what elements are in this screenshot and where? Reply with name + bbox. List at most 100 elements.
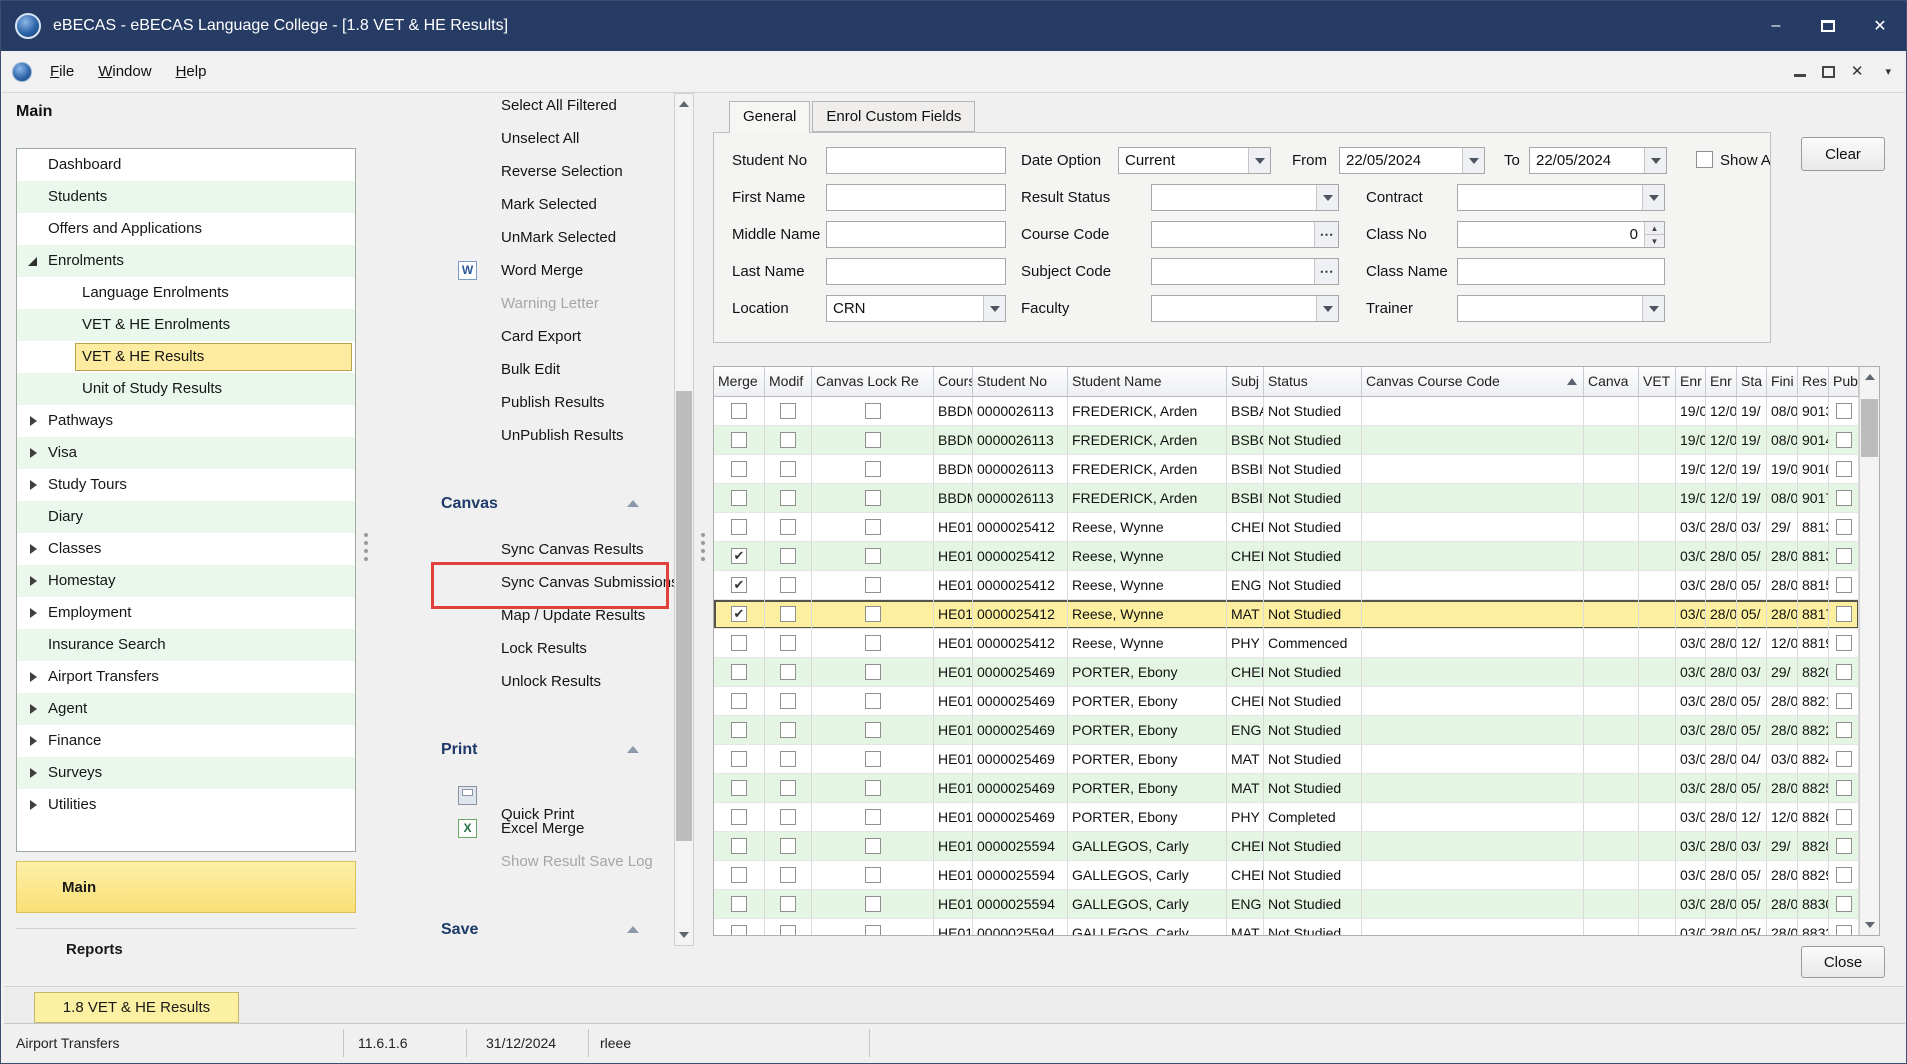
clear-button[interactable]: Clear [1801, 137, 1885, 171]
published-checkbox[interactable] [1836, 751, 1852, 767]
scroll-up-icon[interactable] [1860, 367, 1879, 387]
merge-checkbox[interactable] [731, 664, 747, 680]
contract-select[interactable] [1457, 184, 1665, 211]
published-checkbox[interactable] [1836, 693, 1852, 709]
expand-icon[interactable] [30, 416, 37, 426]
modified-checkbox[interactable] [780, 925, 796, 935]
column-header-canvas-lock-re[interactable]: Canvas Lock Re [812, 367, 934, 397]
table-row[interactable]: HE010000025412Reese, WynneMATNot Studied… [714, 600, 1859, 629]
section-header-save[interactable]: Save [416, 913, 674, 946]
date-option-select[interactable]: Current [1118, 147, 1271, 174]
canvas-lock-checkbox[interactable] [865, 780, 881, 796]
close-button[interactable]: Close [1801, 946, 1885, 978]
published-checkbox[interactable] [1836, 548, 1852, 564]
merge-checkbox[interactable] [731, 722, 747, 738]
canvas-lock-checkbox[interactable] [865, 664, 881, 680]
table-row[interactable]: HE010000025412Reese, WynneENGNot Studied… [714, 571, 1859, 600]
modified-checkbox[interactable] [780, 461, 796, 477]
column-header-canvas-course-code[interactable]: Canvas Course Code [1362, 367, 1584, 397]
document-tab[interactable]: 1.8 VET & HE Results [34, 992, 239, 1023]
sidebar-group-main[interactable]: Main [16, 861, 356, 913]
collapse-icon[interactable] [28, 257, 37, 266]
scrollbar-thumb[interactable] [1861, 399, 1878, 457]
table-row[interactable]: BBDM0000026113FREDERICK, ArdenBSBINot St… [714, 484, 1859, 513]
show-all-checkbox[interactable] [1696, 151, 1713, 168]
faculty-select[interactable] [1151, 295, 1339, 322]
sidebar-group-reports[interactable]: Reports [16, 928, 356, 970]
modified-checkbox[interactable] [780, 693, 796, 709]
modified-checkbox[interactable] [780, 432, 796, 448]
expand-icon[interactable] [30, 544, 37, 554]
modified-checkbox[interactable] [780, 867, 796, 883]
table-row[interactable]: HE010000025469PORTER, EbonyPHYCompleted0… [714, 803, 1859, 832]
column-header-subj[interactable]: Subj [1227, 367, 1264, 397]
sidebar-item-finance[interactable]: Finance [17, 725, 355, 757]
expand-icon[interactable] [30, 448, 37, 458]
table-row[interactable]: HE010000025594GALLEGOS, CarlyCHEINot Stu… [714, 861, 1859, 890]
section-header-print[interactable]: Print [416, 733, 674, 766]
table-row[interactable]: BBDM0000026113FREDERICK, ArdenBSBINot St… [714, 455, 1859, 484]
action-select-all-filtered[interactable]: Select All Filtered [416, 93, 674, 122]
table-row[interactable]: BBDM0000026113FREDERICK, ArdenBSBCNot St… [714, 426, 1859, 455]
result-status-select[interactable] [1151, 184, 1339, 211]
spin-down-icon[interactable]: ▼ [1645, 234, 1664, 247]
action-lock-results[interactable]: Lock Results [416, 632, 674, 665]
published-checkbox[interactable] [1836, 780, 1852, 796]
column-header-merge[interactable]: Merge [714, 367, 765, 397]
merge-checkbox[interactable] [731, 809, 747, 825]
sidebar-item-offers-and-applications[interactable]: Offers and Applications [17, 213, 355, 245]
expand-icon[interactable] [30, 704, 37, 714]
from-date-select[interactable]: 22/05/2024 [1339, 147, 1485, 174]
modified-checkbox[interactable] [780, 838, 796, 854]
modified-checkbox[interactable] [780, 751, 796, 767]
chevron-down-icon[interactable] [1642, 185, 1664, 210]
modified-checkbox[interactable] [780, 635, 796, 651]
action-unlock-results[interactable]: Unlock Results [416, 665, 674, 698]
collapse-up-icon[interactable] [627, 746, 639, 753]
expand-icon[interactable] [30, 608, 37, 618]
modified-checkbox[interactable] [780, 403, 796, 419]
modified-checkbox[interactable] [780, 519, 796, 535]
table-row[interactable]: HE010000025412Reese, WynneCHEINot Studie… [714, 542, 1859, 571]
canvas-lock-checkbox[interactable] [865, 548, 881, 564]
collapse-up-icon[interactable] [627, 500, 639, 507]
student-no-input[interactable] [826, 147, 1006, 174]
mdi-menu-dropdown-icon[interactable]: ▾ [1885, 65, 1891, 78]
merge-checkbox[interactable] [731, 925, 747, 935]
published-checkbox[interactable] [1836, 519, 1852, 535]
modified-checkbox[interactable] [780, 548, 796, 564]
published-checkbox[interactable] [1836, 896, 1852, 912]
merge-checkbox[interactable] [731, 867, 747, 883]
action-show-result-save-log[interactable]: Show Result Save Log [416, 845, 674, 878]
merge-checkbox[interactable] [731, 635, 747, 651]
scroll-down-icon[interactable] [1860, 915, 1879, 935]
modified-checkbox[interactable] [780, 809, 796, 825]
table-row[interactable]: HE010000025594GALLEGOS, CarlyCHEINot Stu… [714, 832, 1859, 861]
sidebar-item-surveys[interactable]: Surveys [17, 757, 355, 789]
canvas-lock-checkbox[interactable] [865, 519, 881, 535]
collapse-up-icon[interactable] [627, 926, 639, 933]
expand-icon[interactable] [30, 480, 37, 490]
column-header-student-no[interactable]: Student No [973, 367, 1068, 397]
canvas-lock-checkbox[interactable] [865, 432, 881, 448]
column-header-enr[interactable]: Enr [1706, 367, 1737, 397]
sidebar-item-pathways[interactable]: Pathways [17, 405, 355, 437]
modified-checkbox[interactable] [780, 896, 796, 912]
sidebar-item-classes[interactable]: Classes [17, 533, 355, 565]
merge-checkbox[interactable] [731, 838, 747, 854]
action-excel-merge[interactable]: XExcel Merge [416, 812, 674, 845]
chevron-down-icon[interactable] [1644, 148, 1666, 173]
action-unmark-selected[interactable]: UnMark Selected [416, 221, 674, 254]
action-word-merge[interactable]: WWord Merge [416, 254, 674, 287]
canvas-lock-checkbox[interactable] [865, 490, 881, 506]
sidebar-item-diary[interactable]: Diary [17, 501, 355, 533]
tab-enrol-custom-fields[interactable]: Enrol Custom Fields [812, 101, 975, 132]
column-header-pub[interactable]: Pub [1829, 367, 1859, 397]
sidebar-item-vet-he-enrolments[interactable]: VET & HE Enrolments [17, 309, 355, 341]
middle-name-input[interactable] [826, 221, 1006, 248]
merge-checkbox[interactable] [731, 548, 747, 564]
action-card-export[interactable]: Card Export [416, 320, 674, 353]
action-reverse-selection[interactable]: Reverse Selection [416, 155, 674, 188]
merge-checkbox[interactable] [731, 490, 747, 506]
canvas-lock-checkbox[interactable] [865, 606, 881, 622]
